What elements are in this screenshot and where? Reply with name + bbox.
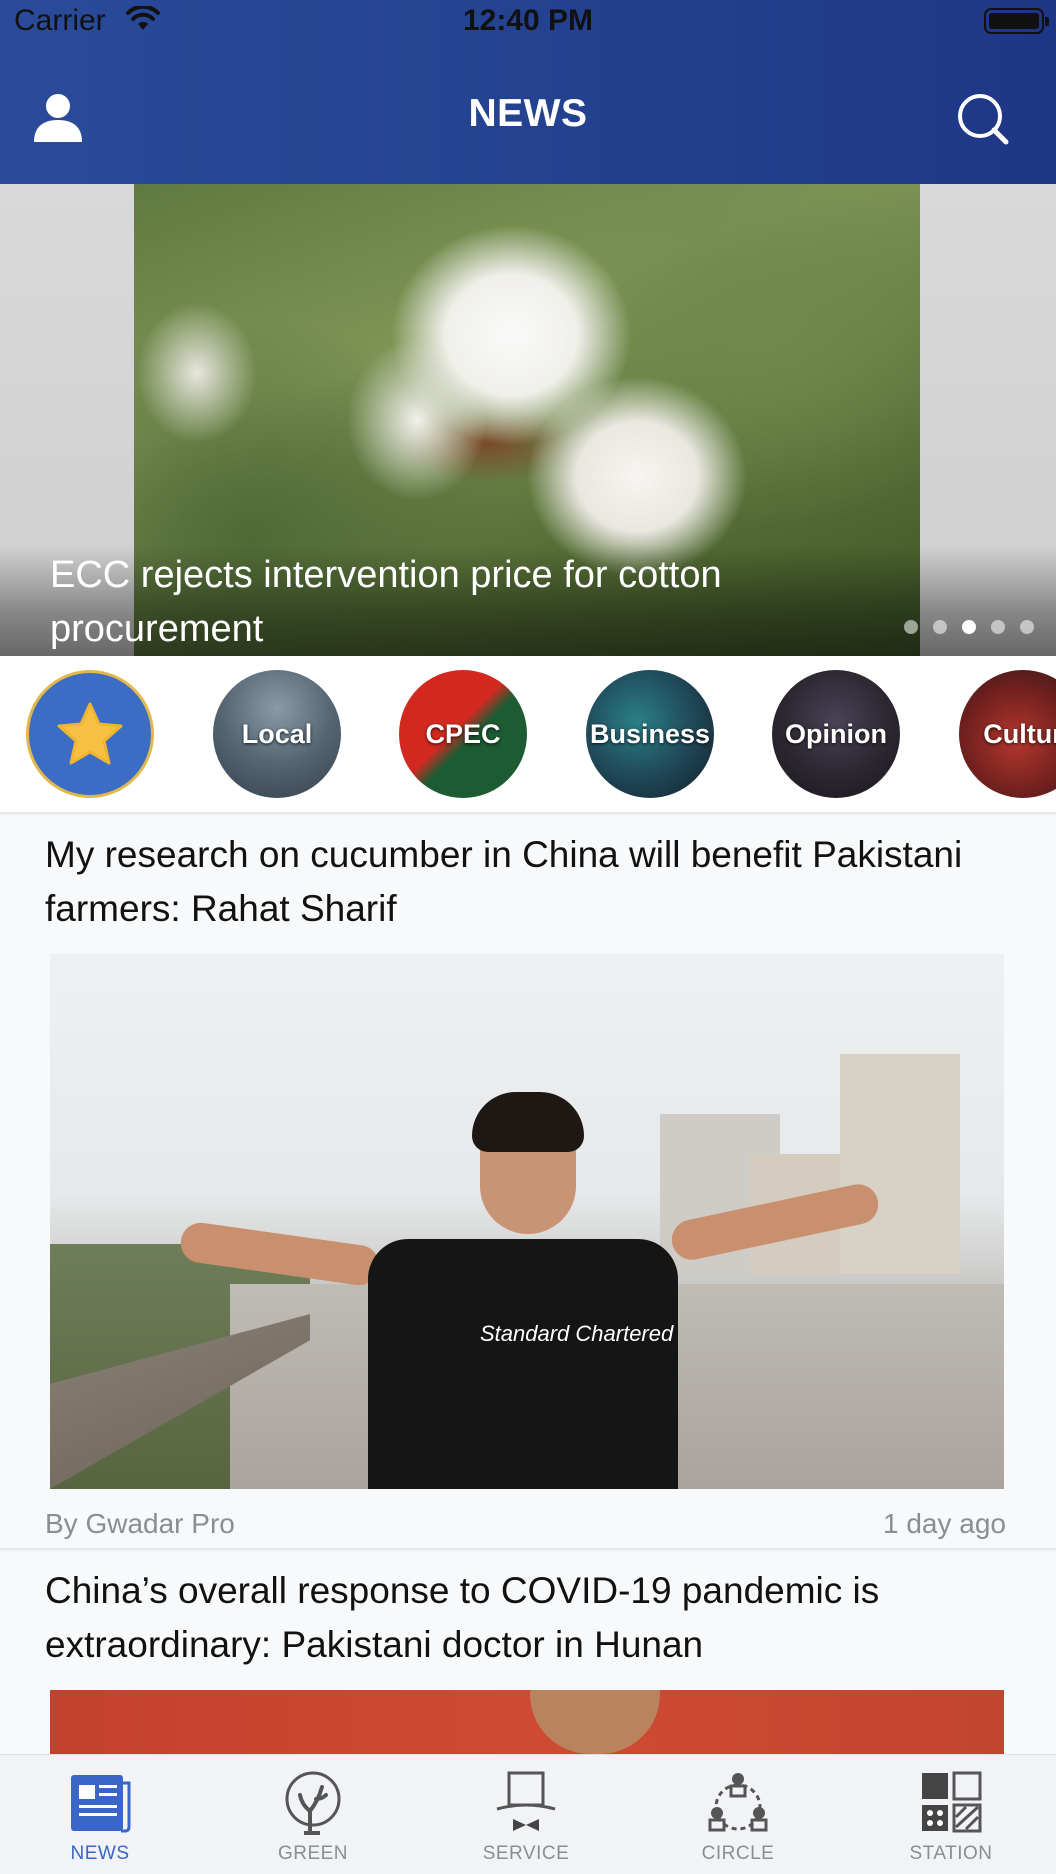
carousel-page-indicator xyxy=(904,620,1034,634)
article-image[interactable]: Standard Chartered xyxy=(50,954,1004,1489)
news-card[interactable]: China’s overall response to COVID-19 pan… xyxy=(0,1552,1056,1754)
category-label: Business xyxy=(589,718,711,749)
newspaper-icon xyxy=(71,1775,131,1833)
grid-icon xyxy=(922,1771,982,1833)
tab-label: CIRCLE xyxy=(701,1843,775,1864)
battery-icon xyxy=(984,8,1049,34)
bottom-tab-bar: NEWS GREEN SERVICE CIRCLE STATION xyxy=(0,1754,1056,1874)
carousel-caption[interactable]: ECC rejects intervention price for cotto… xyxy=(50,548,870,656)
news-card[interactable]: My research on cucumber in China will be… xyxy=(0,816,1056,1550)
category-label: Local xyxy=(241,718,313,749)
search-icon[interactable] xyxy=(954,90,1010,146)
status-bar: Carrier 12:40 PM xyxy=(0,0,1056,44)
people-circle-icon xyxy=(708,1773,768,1832)
category-strip: Local CPEC Business Opinion Cultur xyxy=(0,656,1056,814)
tab-label: NEWS xyxy=(70,1843,130,1864)
page-dot-active[interactable] xyxy=(962,620,976,634)
category-cpec[interactable]: CPEC xyxy=(399,670,527,798)
page-title: NEWS xyxy=(468,92,588,135)
category-business[interactable]: Business xyxy=(586,670,714,798)
page-dot[interactable] xyxy=(991,620,1005,634)
category-favorites[interactable] xyxy=(26,670,154,798)
tab-news[interactable]: NEWS xyxy=(10,1769,190,1874)
top-bar: Carrier 12:40 PM NEWS xyxy=(0,0,1056,184)
tab-station[interactable]: STATION xyxy=(861,1769,1041,1874)
category-label: CPEC xyxy=(425,718,501,749)
tab-service[interactable]: SERVICE xyxy=(436,1769,616,1874)
tab-label: GREEN xyxy=(277,1843,349,1864)
category-local[interactable]: Local xyxy=(213,670,341,798)
category-opinion[interactable]: Opinion xyxy=(772,670,900,798)
article-title[interactable]: My research on cucumber in China will be… xyxy=(45,828,1015,936)
status-time: 12:40 PM xyxy=(462,4,594,37)
tab-label: STATION xyxy=(909,1843,993,1864)
page-dot[interactable] xyxy=(933,620,947,634)
category-culture[interactable]: Cultur xyxy=(959,670,1056,798)
page-dot[interactable] xyxy=(904,620,918,634)
category-label: Opinion xyxy=(785,718,887,749)
tab-label: SERVICE xyxy=(482,1843,570,1864)
star-icon xyxy=(57,702,123,765)
article-title[interactable]: China’s overall response to COVID-19 pan… xyxy=(45,1564,1015,1672)
article-timestamp: 1 day ago xyxy=(883,1508,1006,1539)
headline-carousel[interactable]: ECC rejects intervention price for cotto… xyxy=(0,184,1056,656)
page-dot[interactable] xyxy=(1020,620,1034,634)
butler-hat-icon xyxy=(496,1771,556,1831)
article-image[interactable] xyxy=(50,1690,1004,1754)
tab-green[interactable]: GREEN xyxy=(223,1769,403,1874)
category-label: Cultur xyxy=(983,718,1056,749)
tab-circle[interactable]: CIRCLE xyxy=(648,1769,828,1874)
shirt-sponsor-text: Standard Chartered xyxy=(480,1321,674,1346)
tree-icon xyxy=(285,1771,341,1835)
article-source: By Gwadar Pro xyxy=(45,1508,235,1539)
